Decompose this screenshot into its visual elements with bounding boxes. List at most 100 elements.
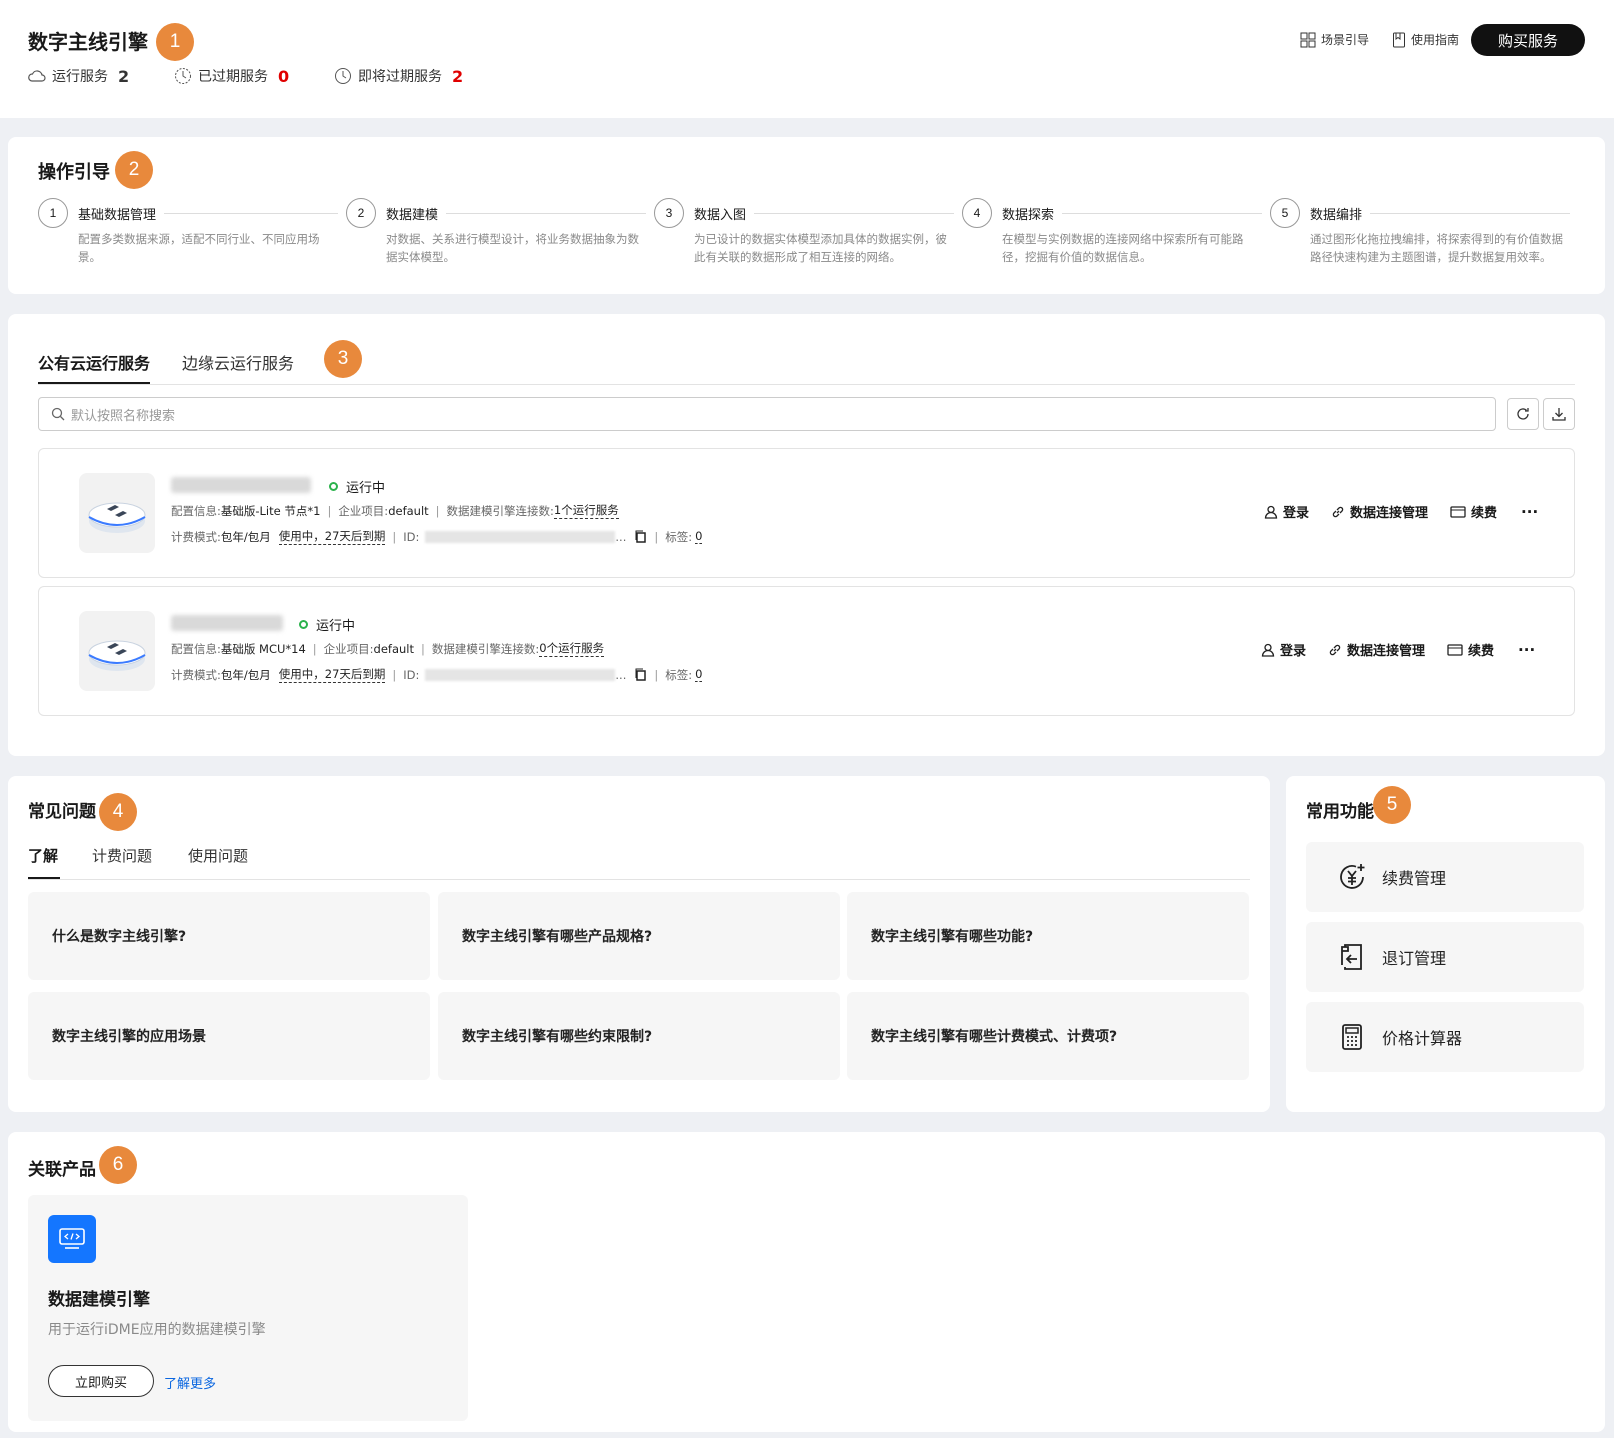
id-redacted	[425, 530, 616, 543]
renewal-management-button[interactable]: 续费管理	[1306, 842, 1584, 912]
price-calculator-button[interactable]: 价格计算器	[1306, 1002, 1584, 1072]
product-card: 数据建模引擎 用于运行iDME应用的数据建模引擎 立即购买 了解更多	[28, 1195, 468, 1421]
status-text: 运行中	[346, 481, 386, 496]
page-header: 数字主线引擎 1 运行服务 2 已过期服务 0 即将过期服务 2 场景引导 使用指南 …	[0, 0, 1614, 118]
annotation-badge-4: 4	[99, 793, 137, 831]
copy-icon[interactable]	[634, 668, 647, 681]
tag-count-link[interactable]: 0	[695, 667, 703, 682]
download-icon	[1552, 408, 1566, 421]
expiry-link[interactable]: 使用中，27天后到期	[278, 528, 386, 545]
connection-count-link[interactable]: 1个运行服务	[553, 502, 619, 519]
learn-more-link[interactable]: 了解更多	[164, 1373, 216, 1392]
status-text: 运行中	[316, 619, 356, 634]
expiry-link[interactable]: 使用中，27天后到期	[278, 666, 386, 683]
billing-value: 包年/包月	[220, 667, 271, 682]
unsubscribe-management-button[interactable]: 退订管理	[1306, 922, 1584, 992]
expiring-services-stat[interactable]: 即将过期服务 2	[334, 66, 463, 86]
copy-icon[interactable]	[634, 530, 647, 543]
step-title: 数据建模	[386, 204, 447, 223]
login-button[interactable]: 登录	[1261, 640, 1306, 659]
status-dot-icon	[329, 482, 338, 491]
step-title: 数据编排	[1310, 204, 1371, 223]
tag-count-link[interactable]: 0	[695, 529, 703, 544]
login-label: 登录	[1283, 506, 1310, 521]
link-icon	[1329, 644, 1341, 655]
renew-button[interactable]: 续费	[1447, 640, 1494, 659]
faq-item[interactable]: 数字主线引擎有哪些功能?	[847, 892, 1249, 980]
server-icon	[88, 502, 146, 533]
search-icon	[51, 407, 65, 421]
instance-card-1[interactable]: 运行中 配置信息: 基础版-Lite 节点*1 | 企业项目: default | 数据建模…	[38, 448, 1575, 578]
unsubscribe-icon	[1341, 944, 1362, 970]
product-desc: 用于运行iDME应用的数据建模引擎	[48, 1322, 266, 1338]
scene-guide-button[interactable]: 场景引导	[1300, 31, 1369, 48]
connection-label: 数据建模引擎连接数:	[431, 641, 540, 656]
search-input[interactable]: 默认按照名称搜索	[38, 397, 1496, 431]
more-button[interactable]: ···	[1521, 503, 1538, 521]
billing-label: 计费模式:	[171, 529, 221, 544]
project-value: default	[373, 641, 415, 656]
project-label: 企业项目:	[323, 641, 374, 656]
tab-public-cloud[interactable]: 公有云运行服务	[38, 350, 150, 374]
instance-actions: 登录 数据连接管理 续费 ···	[1261, 640, 1557, 659]
id-ellipsis: ...	[615, 529, 627, 544]
instance-name-redacted	[171, 477, 311, 493]
step-desc: 配置多类数据来源，适配不同行业、不同应用场景。	[78, 232, 320, 264]
refresh-button[interactable]	[1507, 398, 1539, 430]
faq-item[interactable]: 数字主线引擎有哪些计费模式、计费项?	[847, 992, 1249, 1080]
stat-label: 即将过期服务	[358, 69, 442, 85]
faq-tab-usage[interactable]: 使用问题	[188, 845, 248, 866]
instance-actions: 登录 数据连接管理 续费 ···	[1264, 502, 1560, 521]
step-number: 5	[1270, 198, 1300, 228]
faq-tab-billing[interactable]: 计费问题	[92, 845, 152, 866]
faq-title: 常见问题	[28, 802, 96, 822]
tag-label: 标签:	[665, 529, 693, 544]
id-ellipsis: ...	[615, 667, 627, 682]
buy-service-button[interactable]: 购买服务	[1471, 24, 1585, 56]
instance-config-row: 配置信息: 基础版-Lite 节点*1 | 企业项目: default | 数据建模引擎连接…	[171, 502, 619, 519]
faq-item[interactable]: 数字主线引擎有哪些产品规格?	[438, 892, 840, 980]
more-button[interactable]: ···	[1518, 641, 1535, 659]
expired-services-stat[interactable]: 已过期服务 0	[174, 66, 289, 86]
step-desc: 在模型与实例数据的连接网络中探索所有可能路径，挖掘有价值的数据信息。	[1002, 232, 1244, 264]
stat-value: 2	[452, 66, 464, 86]
clock-icon	[175, 68, 191, 84]
book-icon	[1393, 32, 1405, 47]
billing-label: 计费模式:	[171, 667, 221, 682]
scene-guide-label: 场景引导	[1321, 33, 1370, 47]
data-connection-button[interactable]: 数据连接管理	[1331, 502, 1428, 521]
card-icon	[1450, 505, 1466, 518]
data-connection-button[interactable]: 数据连接管理	[1328, 640, 1425, 659]
renewal-management-label: 续费管理	[1382, 869, 1447, 888]
running-services-stat[interactable]: 运行服务 2	[28, 66, 129, 86]
search-placeholder: 默认按照名称搜索	[71, 408, 176, 424]
login-label: 登录	[1280, 644, 1307, 659]
buy-now-button[interactable]: 立即购买	[48, 1365, 154, 1397]
instance-card-2[interactable]: 运行中 配置信息: 基础版 MCU*14 | 企业项目: default | 数据建模引擎连…	[38, 586, 1575, 716]
yen-renew-icon	[1340, 864, 1365, 889]
annotation-badge-1: 1	[156, 23, 194, 61]
server-icon	[88, 640, 146, 671]
config-label: 配置信息:	[171, 503, 221, 518]
faq-item[interactable]: 数字主线引擎有哪些约束限制?	[438, 992, 840, 1080]
annotation-badge-2: 2	[115, 151, 153, 189]
login-button[interactable]: 登录	[1264, 502, 1309, 521]
tab-edge-cloud[interactable]: 边缘云运行服务	[182, 350, 294, 374]
annotation-badge-3: 3	[324, 340, 362, 378]
clock-icon	[335, 68, 351, 84]
faq-tab-learn[interactable]: 了解	[28, 845, 58, 866]
billing-value: 包年/包月	[220, 529, 271, 544]
faq-item[interactable]: 什么是数字主线引擎?	[28, 892, 430, 980]
annotation-badge-6: 6	[99, 1146, 137, 1184]
renew-button[interactable]: 续费	[1450, 502, 1497, 521]
connection-count-link[interactable]: 0个运行服务	[539, 640, 605, 657]
functions-title: 常用功能	[1306, 802, 1374, 822]
data-connection-label: 数据连接管理	[1350, 506, 1429, 521]
faq-item[interactable]: 数字主线引擎的应用场景	[28, 992, 430, 1080]
tab-divider	[38, 384, 1575, 385]
user-guide-button[interactable]: 使用指南	[1392, 31, 1459, 48]
related-title: 关联产品	[28, 1160, 96, 1180]
code-icon	[48, 1215, 96, 1263]
config-label: 配置信息:	[171, 641, 221, 656]
download-button[interactable]	[1543, 398, 1575, 430]
